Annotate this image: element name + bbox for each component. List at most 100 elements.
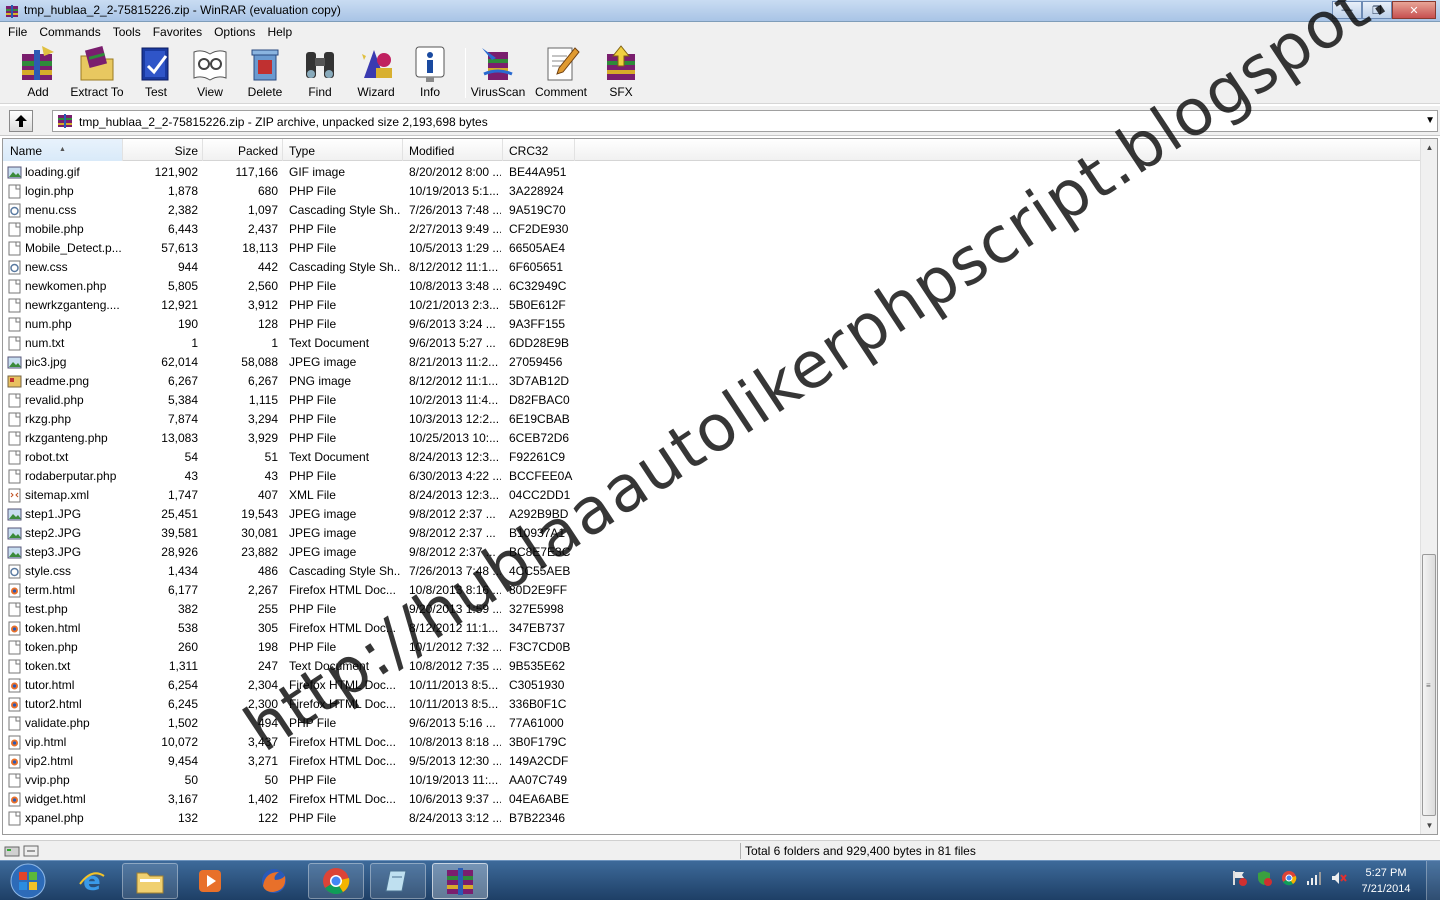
info-button[interactable]: Info: [410, 44, 450, 102]
column-header-crc32[interactable]: CRC32: [503, 139, 575, 161]
wizard-button[interactable]: Wizard: [354, 44, 398, 102]
table-row[interactable]: new.css 944 442 Cascading Style Sh... 8/12/2…: [3, 258, 1421, 277]
table-row[interactable]: vvip.php 50 50 PHP File 10/19/2013 11:... AA0…: [3, 771, 1421, 790]
scroll-thumb[interactable]: ≡: [1422, 554, 1436, 816]
close-button[interactable]: ✕: [1392, 1, 1436, 19]
menu-file[interactable]: File: [2, 22, 33, 42]
menu-favorites[interactable]: Favorites: [147, 22, 208, 42]
table-row[interactable]: tutor2.html 6,245 2,300 Firefox HTML Doc...…: [3, 695, 1421, 714]
table-row[interactable]: rkzganteng.php 13,083 3,929 PHP File 10/25/2…: [3, 429, 1421, 448]
taskbar-internet-explorer[interactable]: e: [64, 863, 120, 899]
table-row[interactable]: loading.gif 121,902 117,166 GIF image 8/20/2…: [3, 163, 1421, 182]
table-row[interactable]: Mobile_Detect.p... 57,613 18,113 PHP File 10…: [3, 239, 1421, 258]
file-crc32: CF2DE930: [509, 222, 569, 236]
taskbar-chrome[interactable]: [308, 863, 364, 899]
menu-options[interactable]: Options: [208, 22, 261, 42]
view-button[interactable]: View: [190, 44, 230, 102]
table-row[interactable]: readme.png 6,267 6,267 PNG image 8/12/2012 1…: [3, 372, 1421, 391]
tray-clock[interactable]: 5:27 PM 7/21/2014: [1352, 865, 1420, 897]
table-row[interactable]: num.php 190 128 PHP File 9/6/2013 3:24 ... 9A…: [3, 315, 1421, 334]
table-row[interactable]: rodaberputar.php 43 43 PHP File 6/30/2013 4:…: [3, 467, 1421, 486]
file-packed-size: 122: [257, 811, 278, 825]
virusscan-button[interactable]: VirusScan: [471, 44, 525, 102]
chevron-down-icon[interactable]: ▼: [1425, 115, 1435, 126]
table-row[interactable]: step1.JPG 25,451 19,543 JPEG image 9/8/2012 …: [3, 505, 1421, 524]
table-row[interactable]: tutor.html 6,254 2,304 Firefox HTML Doc... 1…: [3, 676, 1421, 695]
table-row[interactable]: pic3.jpg 62,014 58,088 JPEG image 8/21/2013 …: [3, 353, 1421, 372]
sfx-button[interactable]: SFX: [601, 44, 641, 102]
table-row[interactable]: step2.JPG 39,581 30,081 JPEG image 9/8/2012 …: [3, 524, 1421, 543]
flag-icon[interactable]: [1230, 869, 1248, 887]
up-folder-button[interactable]: [9, 110, 33, 132]
table-row[interactable]: robot.txt 54 51 Text Document 8/24/2013 12:3…: [3, 448, 1421, 467]
table-row[interactable]: style.css 1,434 486 Cascading Style Sh... 7/…: [3, 562, 1421, 581]
file-type: Firefox HTML Doc...: [289, 678, 396, 692]
table-row[interactable]: newkomen.php 5,805 2,560 PHP File 10/8/2013 …: [3, 277, 1421, 296]
extract-to-icon: [80, 45, 114, 81]
delete-button[interactable]: Delete: [245, 44, 285, 102]
file-type: PHP File: [289, 640, 337, 654]
minimize-button[interactable]: —: [1332, 1, 1362, 19]
table-row[interactable]: test.php 382 255 PHP File 9/20/2013 1:59 ...…: [3, 600, 1421, 619]
file-crc32: 3A228924: [509, 184, 564, 198]
start-button[interactable]: [2, 862, 54, 900]
table-row[interactable]: term.html 6,177 2,267 Firefox HTML Doc... 10…: [3, 581, 1421, 600]
menu-help[interactable]: Help: [261, 22, 298, 42]
shield-icon[interactable]: [1255, 869, 1273, 887]
table-row[interactable]: vip2.html 9,454 3,271 Firefox HTML Doc... 9/…: [3, 752, 1421, 771]
chrome-tray-icon[interactable]: [1280, 869, 1298, 887]
table-row[interactable]: validate.php 1,502 494 PHP File 9/6/2013 5:1…: [3, 714, 1421, 733]
column-header-packed[interactable]: Packed: [203, 139, 283, 161]
file-type: PNG image: [289, 374, 352, 388]
taskbar-firefox[interactable]: [246, 863, 302, 899]
restore-button[interactable]: ❐: [1362, 1, 1392, 19]
table-row[interactable]: vip.html 10,072 3,437 Firefox HTML Doc... 10…: [3, 733, 1421, 752]
table-row[interactable]: xpanel.php 132 122 PHP File 8/24/2013 3:12 .…: [3, 809, 1421, 828]
add-button[interactable]: Add: [14, 44, 62, 102]
file-type: PHP File: [289, 469, 337, 483]
table-row[interactable]: token.php 260 198 PHP File 10/1/2012 7:32 ..…: [3, 638, 1421, 657]
table-row[interactable]: revalid.php 5,384 1,115 PHP File 10/2/2013 1…: [3, 391, 1421, 410]
table-row[interactable]: newrkzganteng.... 12,921 3,912 PHP File 10/2…: [3, 296, 1421, 315]
extract-to-button[interactable]: Extract To: [70, 44, 124, 102]
table-row[interactable]: mobile.php 6,443 2,437 PHP File 2/27/2013 9:…: [3, 220, 1421, 239]
file-crc32: 327E5998: [509, 602, 564, 616]
table-row[interactable]: login.php 1,878 680 PHP File 10/19/2013 5:1.…: [3, 182, 1421, 201]
taskbar-notepad[interactable]: [370, 863, 426, 899]
taskbar-file-explorer[interactable]: [122, 863, 178, 899]
table-row[interactable]: num.txt 1 1 Text Document 9/6/2013 5:27 ... 6…: [3, 334, 1421, 353]
file-size: 13,083: [161, 431, 198, 445]
table-row[interactable]: step3.JPG 28,926 23,882 JPEG image 9/8/2012 …: [3, 543, 1421, 562]
table-row[interactable]: token.txt 1,311 247 Text Document 10/8/2012 …: [3, 657, 1421, 676]
table-row[interactable]: menu.css 2,382 1,097 Cascading Style Sh... 7…: [3, 201, 1421, 220]
scroll-down-icon[interactable]: ▼: [1421, 817, 1437, 834]
taskbar-media-player[interactable]: [182, 863, 238, 899]
network-icon[interactable]: [1305, 869, 1323, 887]
find-button[interactable]: Find: [300, 44, 340, 102]
scroll-up-icon[interactable]: ▲: [1421, 139, 1437, 156]
column-header-type[interactable]: Type: [283, 139, 403, 161]
table-row[interactable]: token.html 538 305 Firefox HTML Doc... 8/12/…: [3, 619, 1421, 638]
show-desktop-button[interactable]: [1426, 861, 1440, 900]
file-packed-size: 2,560: [247, 279, 278, 293]
file-name: step3.JPG: [25, 545, 82, 559]
menu-commands[interactable]: Commands: [33, 22, 106, 42]
test-button[interactable]: Test: [136, 44, 176, 102]
comment-button[interactable]: Comment: [534, 44, 588, 102]
column-header-name[interactable]: ▲ Name: [3, 139, 123, 161]
add-label: Add: [27, 85, 49, 99]
zip-archive-icon: [58, 114, 72, 128]
taskbar-winrar[interactable]: [432, 863, 488, 899]
table-row[interactable]: widget.html 3,167 1,402 Firefox HTML Doc...…: [3, 790, 1421, 809]
volume-muted-icon[interactable]: [1330, 869, 1348, 887]
archive-path-field[interactable]: tmp_hublaa_2_2-75815226.zip - ZIP archiv…: [52, 110, 1438, 132]
table-row[interactable]: sitemap.xml 1,747 407 XML File 8/24/2013 12:…: [3, 486, 1421, 505]
table-row[interactable]: rkzg.php 7,874 3,294 PHP File 10/3/2013 12:2…: [3, 410, 1421, 429]
menu-tools[interactable]: Tools: [107, 22, 147, 42]
vertical-scrollbar[interactable]: ▲ ≡ ▼: [1420, 139, 1437, 834]
file-size: 7,874: [167, 412, 198, 426]
file-size: 39,581: [161, 526, 198, 540]
column-header-modified[interactable]: Modified: [403, 139, 503, 161]
file-modified: 10/11/2013 8:5...: [409, 697, 499, 711]
column-header-size[interactable]: Size: [123, 139, 203, 161]
